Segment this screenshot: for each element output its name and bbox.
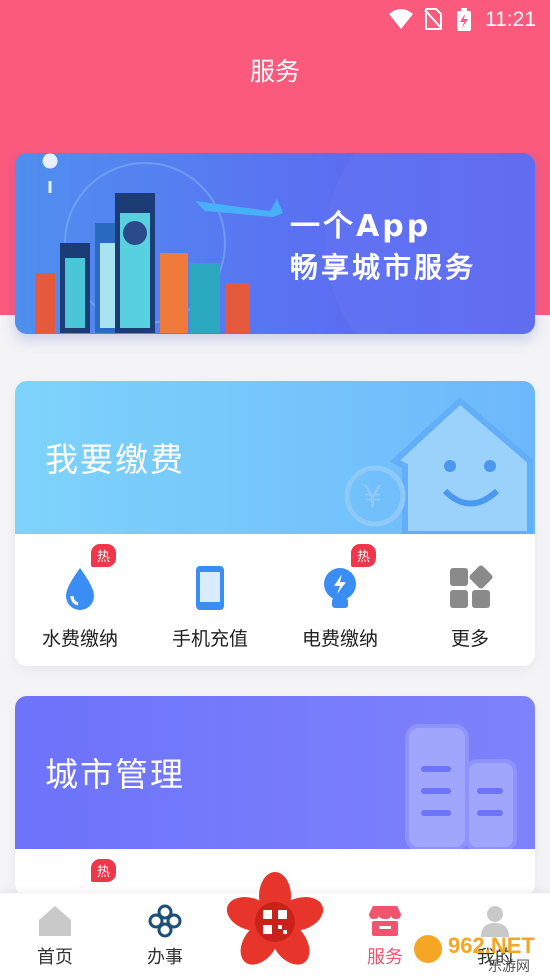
hot-badge: 热 xyxy=(351,544,377,567)
pay-items: 水费缴纳 热 手机充值 电费缴纳 热 更多 xyxy=(15,534,535,666)
clock: 11:21 xyxy=(485,8,536,31)
more-item[interactable]: 更多 xyxy=(405,534,535,666)
pay-card-header[interactable]: 我要缴费 ¥ xyxy=(15,381,535,534)
water-fee-item[interactable]: 水费缴纳 热 xyxy=(15,534,145,666)
grid-more-icon xyxy=(446,564,494,612)
city-card-header[interactable]: 城市管理 xyxy=(15,696,535,849)
status-bar: 11:21 xyxy=(0,0,550,40)
banner-headline: 一个App xyxy=(290,209,432,244)
buildings-icon xyxy=(405,724,517,849)
pay-section-title: 我要缴费 xyxy=(45,440,185,479)
city-illustration xyxy=(35,153,535,334)
electricity-fee-label: 电费缴纳 xyxy=(301,628,378,650)
tab-affairs[interactable]: 办事 xyxy=(110,893,220,979)
watermark-logo: 962.NET 乐游网 xyxy=(412,927,540,975)
water-fee-label: 水费缴纳 xyxy=(41,628,118,650)
watermark-subtext: 乐游网 xyxy=(488,959,530,973)
tab-home-label: 首页 xyxy=(37,947,73,968)
city-section-title: 城市管理 xyxy=(45,755,185,794)
knot-icon xyxy=(110,903,220,939)
promo-banner[interactable]: 一个App 畅享城市服务 xyxy=(15,153,535,334)
city-card: 城市管理 热 xyxy=(15,696,535,896)
house-smile-icon: ¥ xyxy=(344,396,533,534)
electricity-fee-item[interactable]: 电费缴纳 热 xyxy=(275,534,405,666)
banner-subheadline: 畅享城市服务 xyxy=(290,251,477,284)
lightbulb-icon xyxy=(316,564,364,612)
hot-badge: 热 xyxy=(91,859,117,882)
phone-recharge-label: 手机充值 xyxy=(171,628,248,650)
tab-home[interactable]: 首页 xyxy=(0,893,110,979)
watermark-text: 962.NET xyxy=(448,933,535,958)
phone-icon xyxy=(186,564,234,612)
qr-code-flower-icon[interactable] xyxy=(226,872,324,968)
city-item[interactable] xyxy=(405,849,535,896)
wifi-icon xyxy=(388,8,414,36)
hot-badge: 热 xyxy=(91,544,117,567)
water-drop-icon xyxy=(56,564,104,612)
svg-text:¥: ¥ xyxy=(363,480,382,515)
home-icon xyxy=(0,903,110,939)
pay-card: 我要缴费 ¥ 水费缴纳 热 手机充值 电费缴纳 热 更多 xyxy=(15,381,535,666)
battery-charging-icon xyxy=(456,8,472,38)
page-title: 服务 xyxy=(249,57,300,86)
tab-affairs-label: 办事 xyxy=(147,947,183,968)
no-sim-icon xyxy=(424,8,442,36)
more-label: 更多 xyxy=(450,628,489,650)
city-item[interactable]: 热 xyxy=(15,849,145,896)
phone-recharge-item[interactable]: 手机充值 xyxy=(145,534,275,666)
